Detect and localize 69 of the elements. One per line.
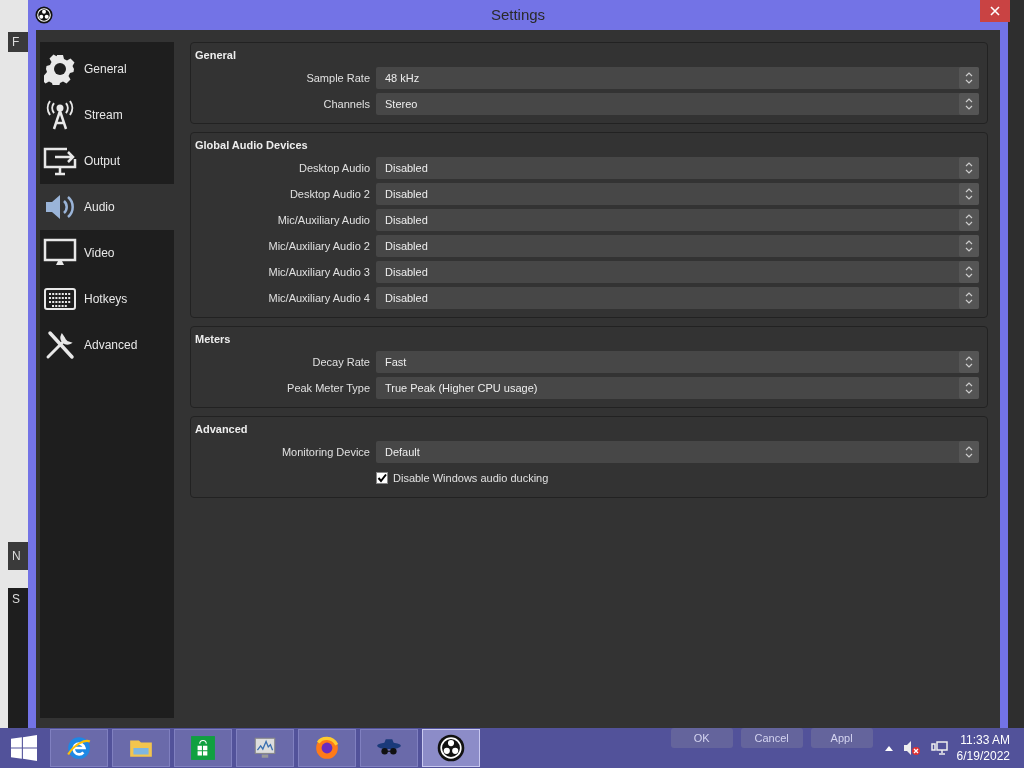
speaker-muted-icon[interactable] (902, 740, 921, 756)
spin-arrows-icon (959, 441, 979, 463)
sidebar-item[interactable]: General (40, 46, 174, 92)
field-label: Mic/Auxiliary Audio (276, 212, 371, 228)
spin-arrows-icon (959, 351, 979, 373)
window-title: Settings (489, 4, 547, 25)
dropdown[interactable]: Disabled (376, 183, 979, 205)
background-app-text: F (8, 32, 28, 52)
spin-arrows-icon (959, 209, 979, 231)
close-icon (990, 6, 1000, 16)
dialog-button[interactable]: Cancel (740, 728, 803, 748)
dropdown[interactable]: Stereo (376, 93, 979, 115)
dialog-button[interactable]: Appl (810, 728, 873, 748)
caret-up-icon[interactable] (884, 745, 893, 751)
dropdown[interactable]: Fast (376, 351, 979, 373)
sidebar-item[interactable]: Advanced (40, 322, 174, 368)
field-label: Mic/Auxiliary Audio 4 (267, 290, 371, 306)
background-app-text: S (8, 588, 28, 610)
dropdown[interactable]: Disabled (376, 261, 979, 283)
field-label: Mic/Auxiliary Audio 3 (267, 264, 371, 280)
dropdown[interactable]: 48 kHz (376, 67, 979, 89)
keyboard-icon (42, 285, 78, 313)
spin-arrows-icon (959, 157, 979, 179)
group-title: General (194, 48, 237, 63)
background-app-text: N (8, 542, 28, 570)
group-title: Advanced (194, 422, 249, 437)
field-label: Mic/Auxiliary Audio 2 (267, 238, 371, 254)
obs-logo-icon (35, 6, 53, 24)
network-icon[interactable] (930, 740, 949, 756)
monitor-chart-icon (252, 735, 278, 761)
field-label: Channels (322, 96, 371, 112)
group-title: Global Audio Devices (194, 138, 309, 153)
spin-arrows-icon (959, 377, 979, 399)
obs-logo-icon (437, 734, 465, 762)
field-label: Decay Rate (311, 354, 371, 370)
checkbox-label[interactable]: Disable Windows audio ducking (393, 469, 549, 487)
dialog-button[interactable]: OK (670, 728, 733, 748)
checkbox[interactable] (376, 472, 388, 484)
field-label: Desktop Audio 2 (288, 186, 371, 202)
dropdown[interactable]: Default (376, 441, 979, 463)
sidebar-item[interactable]: Audio (40, 184, 174, 230)
sidebar-item[interactable]: Output (40, 138, 174, 184)
clock-time[interactable]: 11:33 AM (960, 732, 1010, 748)
spin-arrows-icon (959, 235, 979, 257)
sidebar-item[interactable]: Stream (40, 92, 174, 138)
dropdown[interactable]: Disabled (376, 287, 979, 309)
field-label: Desktop Audio (298, 160, 371, 176)
spin-arrows-icon (959, 183, 979, 205)
firefox-icon (314, 735, 340, 761)
field-label: Monitoring Device (280, 444, 371, 460)
sidebar-item[interactable]: Hotkeys (40, 276, 174, 322)
spin-arrows-icon (959, 287, 979, 309)
monitor-arrow-icon (42, 145, 78, 177)
spin-arrows-icon (959, 67, 979, 89)
store-bag-icon (190, 735, 216, 761)
close-button[interactable] (980, 0, 1010, 22)
group-title: Meters (194, 332, 232, 347)
spin-arrows-icon (959, 261, 979, 283)
sidebar-item[interactable]: Video (40, 230, 174, 276)
field-label: Sample Rate (305, 70, 371, 86)
dropdown[interactable]: True Peak (Higher CPU usage) (376, 377, 979, 399)
spin-arrows-icon (959, 93, 979, 115)
browser-e-icon (66, 735, 92, 761)
dropdown[interactable]: Disabled (376, 157, 979, 179)
dropdown[interactable]: Disabled (376, 209, 979, 231)
field-label: Peak Meter Type (286, 380, 371, 396)
clock-date[interactable]: 6/19/2022 (956, 748, 1010, 764)
dropdown[interactable]: Disabled (376, 235, 979, 257)
taskbar-button[interactable] (422, 729, 480, 767)
